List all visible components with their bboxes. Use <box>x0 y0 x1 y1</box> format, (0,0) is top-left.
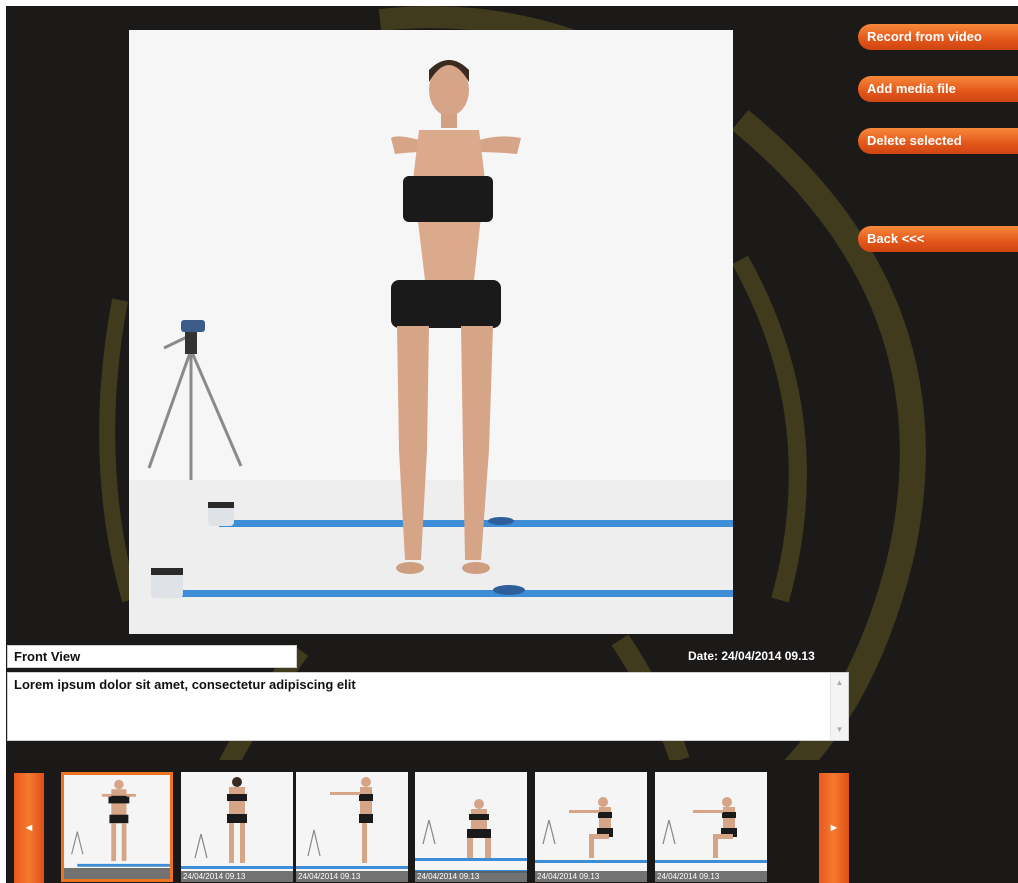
thumbnail-date: 24/04/2014 09.13 <box>181 871 293 882</box>
record-from-video-button[interactable]: Record from video <box>858 24 1018 50</box>
window-frame-left <box>0 0 6 883</box>
arrow-right-icon: ► <box>828 822 840 834</box>
thumbnail-front-arms-raised <box>64 775 170 879</box>
window-frame-top <box>0 0 1018 6</box>
thumbnail-4[interactable]: 24/04/2014 09.13 <box>415 772 527 882</box>
thumbnail-side-squat-tripod <box>655 772 767 882</box>
next-thumbnails-button[interactable]: ► <box>819 773 849 883</box>
add-media-file-button[interactable]: Add media file <box>858 76 1018 102</box>
thumbnail-side-arms-raised <box>296 772 408 882</box>
thumbnail-1[interactable] <box>61 772 173 882</box>
person-front-view-illustration <box>129 30 733 634</box>
thumbnail-3[interactable]: 24/04/2014 09.13 <box>296 772 408 882</box>
thumbnail-side-squat <box>535 772 647 882</box>
media-notes-text: Lorem ipsum dolor sit amet, consectetur … <box>14 677 356 692</box>
delete-selected-button[interactable]: Delete selected <box>858 128 1018 154</box>
thumbnail-date: 24/04/2014 09.13 <box>296 871 408 882</box>
notes-scrollbar[interactable]: ▲ ▼ <box>830 673 848 740</box>
scroll-down-arrow-icon[interactable]: ▼ <box>834 725 845 735</box>
thumbnail-date: 24/04/2014 09.13 <box>535 871 647 882</box>
previous-thumbnails-button[interactable]: ◄ <box>14 773 44 883</box>
main-preview-image <box>129 30 733 634</box>
thumbnail-front-squat <box>415 772 527 882</box>
thumbnail-back-view <box>181 772 293 882</box>
scroll-up-arrow-icon[interactable]: ▲ <box>834 678 845 688</box>
thumbnail-date <box>64 868 170 879</box>
thumbnail-date: 24/04/2014 09.13 <box>655 871 767 882</box>
media-date-label: Date: 24/04/2014 09.13 <box>688 649 815 663</box>
media-notes-textarea[interactable]: Lorem ipsum dolor sit amet, consectetur … <box>7 672 849 741</box>
media-title-field[interactable] <box>7 645 297 668</box>
thumbnail-6[interactable]: 24/04/2014 09.13 <box>655 772 767 882</box>
arrow-left-icon: ◄ <box>23 822 35 834</box>
back-button[interactable]: Back <<< <box>858 226 1018 252</box>
thumbnail-date: 24/04/2014 09.13 <box>415 871 527 882</box>
thumbnail-2[interactable]: 24/04/2014 09.13 <box>181 772 293 882</box>
thumbnail-5[interactable]: 24/04/2014 09.13 <box>535 772 647 882</box>
